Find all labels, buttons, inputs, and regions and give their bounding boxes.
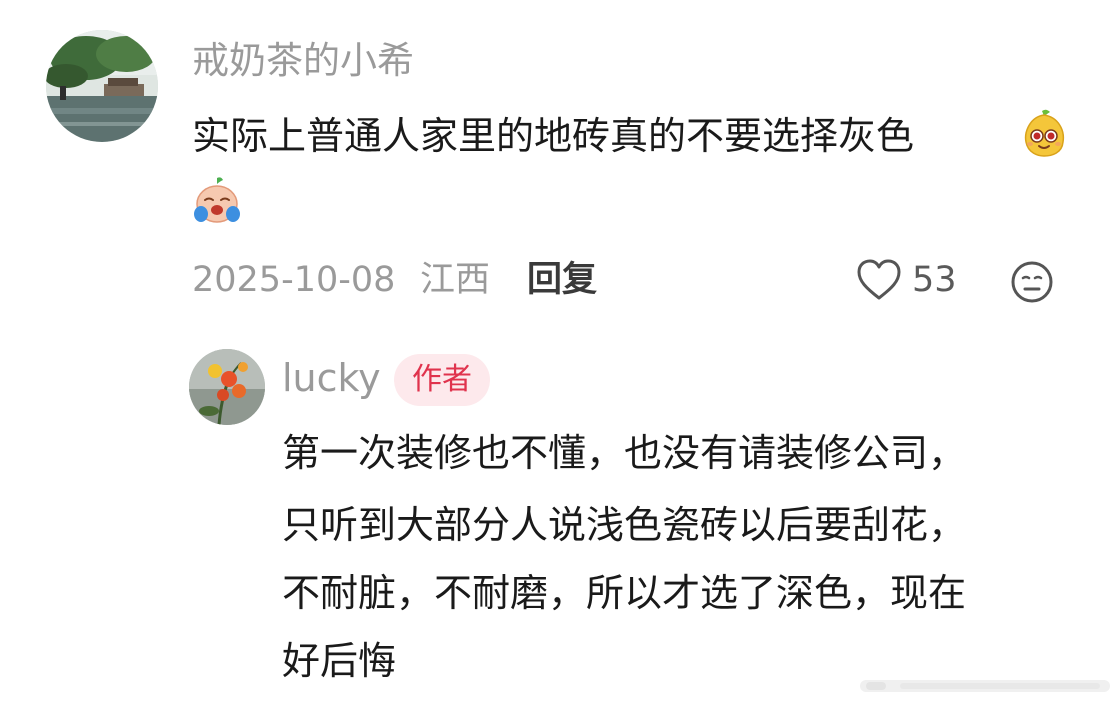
like-count: 53 [912,260,957,300]
pear-smile-emoji-icon [1020,108,1068,158]
commenter-avatar[interactable] [46,30,158,142]
comment-text: 实际上普通人家里的地砖真的不要选择灰色 [192,114,915,158]
reply-author-avatar[interactable] [189,349,265,425]
commenter-username[interactable]: 戒奶茶的小希 [192,38,414,84]
landscape-photo [46,30,158,142]
reply-text-line: 第一次装修也不懂，也没有请装修公司， [282,431,967,475]
heart-icon[interactable] [856,258,902,302]
comment-date: 2025-10-08 [192,260,396,300]
reply-author-username[interactable]: lucky [282,354,381,402]
reply-text-line: 只听到大部分人说浅色瓷砖以后要刮花， [282,503,967,547]
reply-text-line: 好后悔 [282,639,397,683]
reply-button[interactable]: 回复 [527,258,597,302]
reply-text-line: 不耐脏，不耐磨，所以才选了深色，现在 [282,571,967,615]
neutral-face-icon[interactable] [1010,260,1054,304]
author-badge: 作者 [394,354,490,406]
crying-face-emoji-icon [192,176,242,226]
comment-region: 江西 [420,260,491,300]
watermark [860,670,1110,700]
orchid-photo [189,349,265,425]
